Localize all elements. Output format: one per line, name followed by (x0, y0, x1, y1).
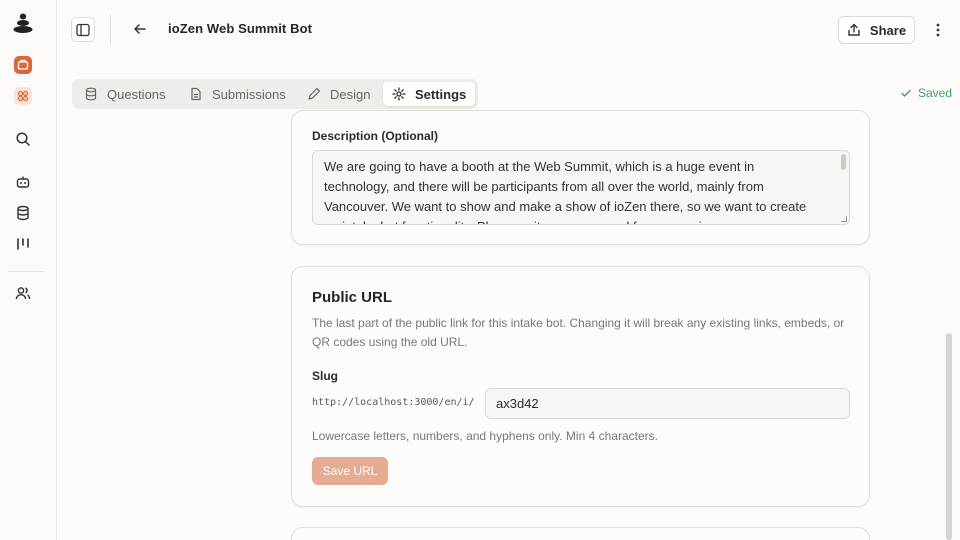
slug-value: ax3d42 (496, 396, 539, 411)
bot-icon[interactable] (0, 171, 46, 193)
back-button[interactable] (131, 20, 149, 38)
check-icon (901, 89, 911, 97)
description-label: Description (Optional) (312, 129, 438, 143)
tab-submissions[interactable]: Submissions (180, 82, 295, 106)
arrow-left-icon (134, 24, 146, 34)
tab-settings[interactable]: Settings (383, 82, 476, 106)
saved-label: Saved (918, 86, 953, 100)
share-button[interactable]: Share (838, 16, 915, 44)
workspace-icon[interactable] (0, 54, 46, 76)
description-text: We are going to have a booth at the Web … (324, 159, 807, 224)
database-icon (85, 87, 97, 101)
slug-input[interactable]: ax3d42 (485, 388, 850, 419)
divider (110, 14, 111, 44)
description-textarea[interactable]: We are going to have a booth at the Web … (312, 150, 850, 225)
section-description: The last part of the public link for thi… (312, 316, 845, 349)
left-rail (0, 0, 57, 540)
resize-handle[interactable] (841, 216, 847, 222)
saved-status: Saved (900, 86, 952, 100)
next-card (291, 527, 870, 540)
file-icon (191, 87, 201, 101)
url-prefix: http://localhost:3000/en/i/ (312, 397, 475, 408)
tab-questions[interactable]: Questions (75, 82, 175, 106)
page-scrollbar[interactable] (946, 333, 952, 540)
apps-grid-icon[interactable] (0, 85, 46, 107)
description-card: Description (Optional) We are going to h… (291, 110, 870, 245)
section-title: Public URL (312, 289, 393, 306)
share-label: Share (869, 22, 907, 38)
more-vertical-icon (936, 23, 940, 37)
tab-design[interactable]: Design (298, 82, 379, 106)
tab-label: Design (330, 86, 371, 102)
pencil-icon (308, 87, 321, 100)
slug-label: Slug (312, 369, 338, 383)
more-options-button[interactable] (929, 20, 947, 40)
toggle-sidebar-button[interactable] (71, 17, 95, 42)
tab-label: Submissions (212, 86, 286, 102)
textarea-scrollbar[interactable] (841, 154, 846, 170)
tab-label: Settings (415, 86, 467, 102)
database-icon[interactable] (0, 202, 46, 224)
tab-bar: Questions Submissions Design Settings (72, 79, 478, 109)
rail-divider (8, 271, 44, 272)
share-icon (848, 23, 860, 36)
users-icon[interactable] (0, 282, 46, 304)
kanban-icon[interactable] (0, 233, 46, 255)
top-bar: ioZen Web Summit Bot Share (57, 0, 960, 60)
slug-hint: Lowercase letters, numbers, and hyphens … (312, 429, 658, 443)
save-url-button[interactable]: Save URL (312, 457, 388, 485)
logo-icon[interactable] (0, 12, 46, 34)
tab-label: Questions (107, 86, 166, 102)
public-url-card: Public URL The last part of the public l… (291, 266, 870, 507)
sidebar-icon (76, 23, 90, 36)
search-icon[interactable] (0, 128, 46, 150)
gear-icon (392, 87, 406, 101)
page-title: ioZen Web Summit Bot (168, 21, 313, 36)
